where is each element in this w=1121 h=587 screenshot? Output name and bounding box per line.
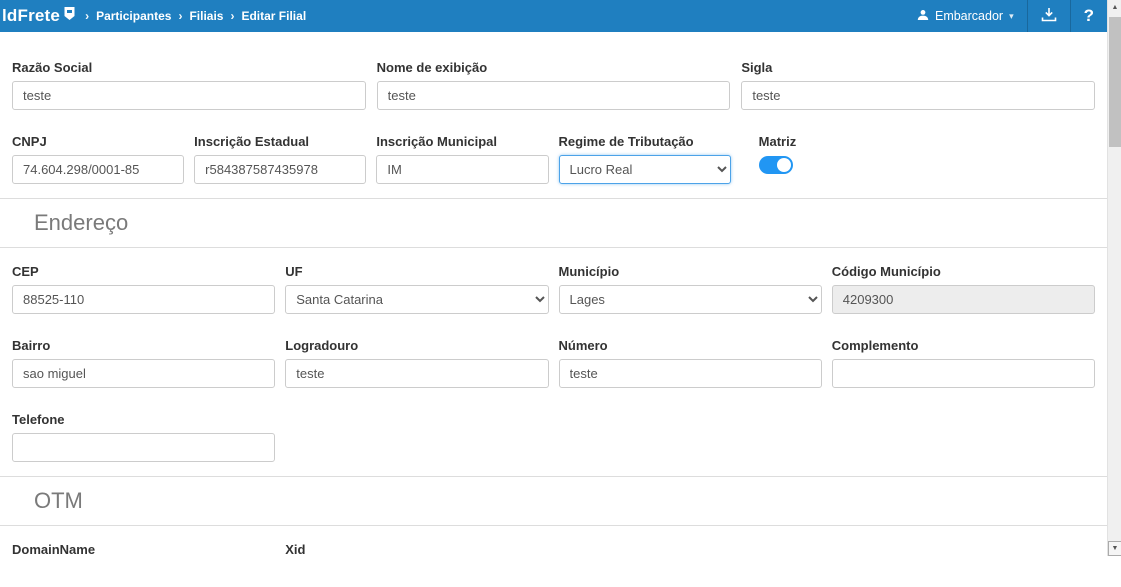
scrollbar-thumb[interactable] bbox=[1109, 17, 1121, 147]
regime-tributacao-label: Regime de Tributação bbox=[559, 134, 731, 149]
field-domain-name: DomainName bbox=[12, 542, 275, 563]
chevron-right-icon: › bbox=[230, 9, 234, 23]
scroll-down-icon[interactable]: ▼ bbox=[1108, 541, 1121, 556]
field-inscricao-municipal: Inscrição Municipal bbox=[376, 134, 548, 184]
header-actions: Embarcador ▾ ? bbox=[904, 0, 1107, 32]
matriz-toggle[interactable] bbox=[759, 156, 793, 174]
codigo-municipio-input bbox=[832, 285, 1095, 314]
field-regime-tributacao: Regime de Tributação Lucro Real bbox=[559, 134, 731, 184]
complemento-input[interactable] bbox=[832, 359, 1095, 388]
codigo-municipio-label: Código Município bbox=[832, 264, 1095, 279]
matriz-label: Matriz bbox=[759, 134, 913, 149]
user-icon bbox=[917, 9, 929, 24]
razao-social-label: Razão Social bbox=[12, 60, 366, 75]
otm-section-title: OTM bbox=[0, 476, 1107, 526]
field-cep: CEP bbox=[12, 264, 275, 314]
chevron-down-icon: ▾ bbox=[1009, 11, 1014, 22]
logradouro-label: Logradouro bbox=[285, 338, 548, 353]
field-municipio: Município Lages bbox=[559, 264, 822, 314]
inscricao-municipal-label: Inscrição Municipal bbox=[376, 134, 548, 149]
form-row-2: CNPJ Inscrição Estadual Inscrição Munici… bbox=[12, 134, 1095, 184]
field-inscricao-estadual: Inscrição Estadual bbox=[194, 134, 366, 184]
top-navbar: ldFrete › Participantes › Filiais › Edit… bbox=[0, 0, 1107, 32]
municipio-select[interactable]: Lages bbox=[559, 285, 822, 314]
vertical-scrollbar[interactable]: ▲ ▼ bbox=[1107, 0, 1121, 556]
cnpj-label: CNPJ bbox=[12, 134, 184, 149]
uf-label: UF bbox=[285, 264, 548, 279]
field-sigla: Sigla bbox=[741, 60, 1095, 110]
field-bairro: Bairro bbox=[12, 338, 275, 388]
telefone-input[interactable] bbox=[12, 433, 275, 462]
logo-icon bbox=[64, 7, 75, 20]
form-row-3: CEP UF Santa Catarina Município Lages Có… bbox=[12, 264, 1095, 314]
form-row-6: DomainName Xid bbox=[12, 542, 1095, 563]
field-cnpj: CNPJ bbox=[12, 134, 184, 184]
edit-filial-form: Razão Social Nome de exibição Sigla CNPJ… bbox=[0, 32, 1107, 587]
uf-select[interactable]: Santa Catarina bbox=[285, 285, 548, 314]
chevron-right-icon: › bbox=[178, 9, 182, 23]
telefone-label: Telefone bbox=[12, 412, 275, 427]
nome-exibicao-label: Nome de exibição bbox=[377, 60, 731, 75]
toggle-knob bbox=[777, 158, 791, 172]
breadcrumb-filiais[interactable]: Filiais bbox=[189, 9, 223, 23]
help-button[interactable]: ? bbox=[1070, 0, 1107, 32]
breadcrumb: › Participantes › Filiais › Editar Filia… bbox=[85, 9, 306, 23]
scroll-up-icon[interactable]: ▲ bbox=[1108, 0, 1121, 15]
inscricao-municipal-input[interactable] bbox=[376, 155, 548, 184]
inscricao-estadual-input[interactable] bbox=[194, 155, 366, 184]
regime-tributacao-select[interactable]: Lucro Real bbox=[559, 155, 731, 184]
endereco-section-title: Endereço bbox=[0, 198, 1107, 248]
inscricao-estadual-label: Inscrição Estadual bbox=[194, 134, 366, 149]
field-complemento: Complemento bbox=[832, 338, 1095, 388]
field-numero: Número bbox=[559, 338, 822, 388]
bairro-input[interactable] bbox=[12, 359, 275, 388]
sigla-label: Sigla bbox=[741, 60, 1095, 75]
field-uf: UF Santa Catarina bbox=[285, 264, 548, 314]
chevron-right-icon: › bbox=[85, 9, 89, 23]
logo-text: ldFrete bbox=[2, 6, 60, 26]
xid-label: Xid bbox=[285, 542, 548, 557]
domain-name-label: DomainName bbox=[12, 542, 275, 557]
field-logradouro: Logradouro bbox=[285, 338, 548, 388]
nome-exibicao-input[interactable] bbox=[377, 81, 731, 110]
breadcrumb-editar-filial[interactable]: Editar Filial bbox=[241, 9, 306, 23]
download-icon bbox=[1041, 7, 1057, 25]
breadcrumb-participantes[interactable]: Participantes bbox=[96, 9, 171, 23]
cnpj-input[interactable] bbox=[12, 155, 184, 184]
cep-input[interactable] bbox=[12, 285, 275, 314]
cep-label: CEP bbox=[12, 264, 275, 279]
form-row-4: Bairro Logradouro Número Complemento bbox=[12, 338, 1095, 388]
razao-social-input[interactable] bbox=[12, 81, 366, 110]
form-row-5: Telefone bbox=[12, 412, 1095, 462]
app-logo[interactable]: ldFrete bbox=[0, 6, 75, 26]
form-row-1: Razão Social Nome de exibição Sigla bbox=[12, 60, 1095, 110]
user-menu-label: Embarcador bbox=[935, 9, 1003, 23]
sigla-input[interactable] bbox=[741, 81, 1095, 110]
row2-spacer bbox=[923, 134, 1095, 184]
numero-label: Número bbox=[559, 338, 822, 353]
field-xid: Xid bbox=[285, 542, 548, 563]
field-telefone: Telefone bbox=[12, 412, 275, 462]
field-codigo-municipio: Código Município bbox=[832, 264, 1095, 314]
bairro-label: Bairro bbox=[12, 338, 275, 353]
complemento-label: Complemento bbox=[832, 338, 1095, 353]
numero-input[interactable] bbox=[559, 359, 822, 388]
field-razao-social: Razão Social bbox=[12, 60, 366, 110]
user-menu-button[interactable]: Embarcador ▾ bbox=[904, 0, 1027, 32]
field-nome-exibicao: Nome de exibição bbox=[377, 60, 731, 110]
help-label: ? bbox=[1084, 6, 1094, 26]
logradouro-input[interactable] bbox=[285, 359, 548, 388]
field-matriz: Matriz bbox=[759, 134, 913, 184]
municipio-label: Município bbox=[559, 264, 822, 279]
download-button[interactable] bbox=[1027, 0, 1070, 32]
